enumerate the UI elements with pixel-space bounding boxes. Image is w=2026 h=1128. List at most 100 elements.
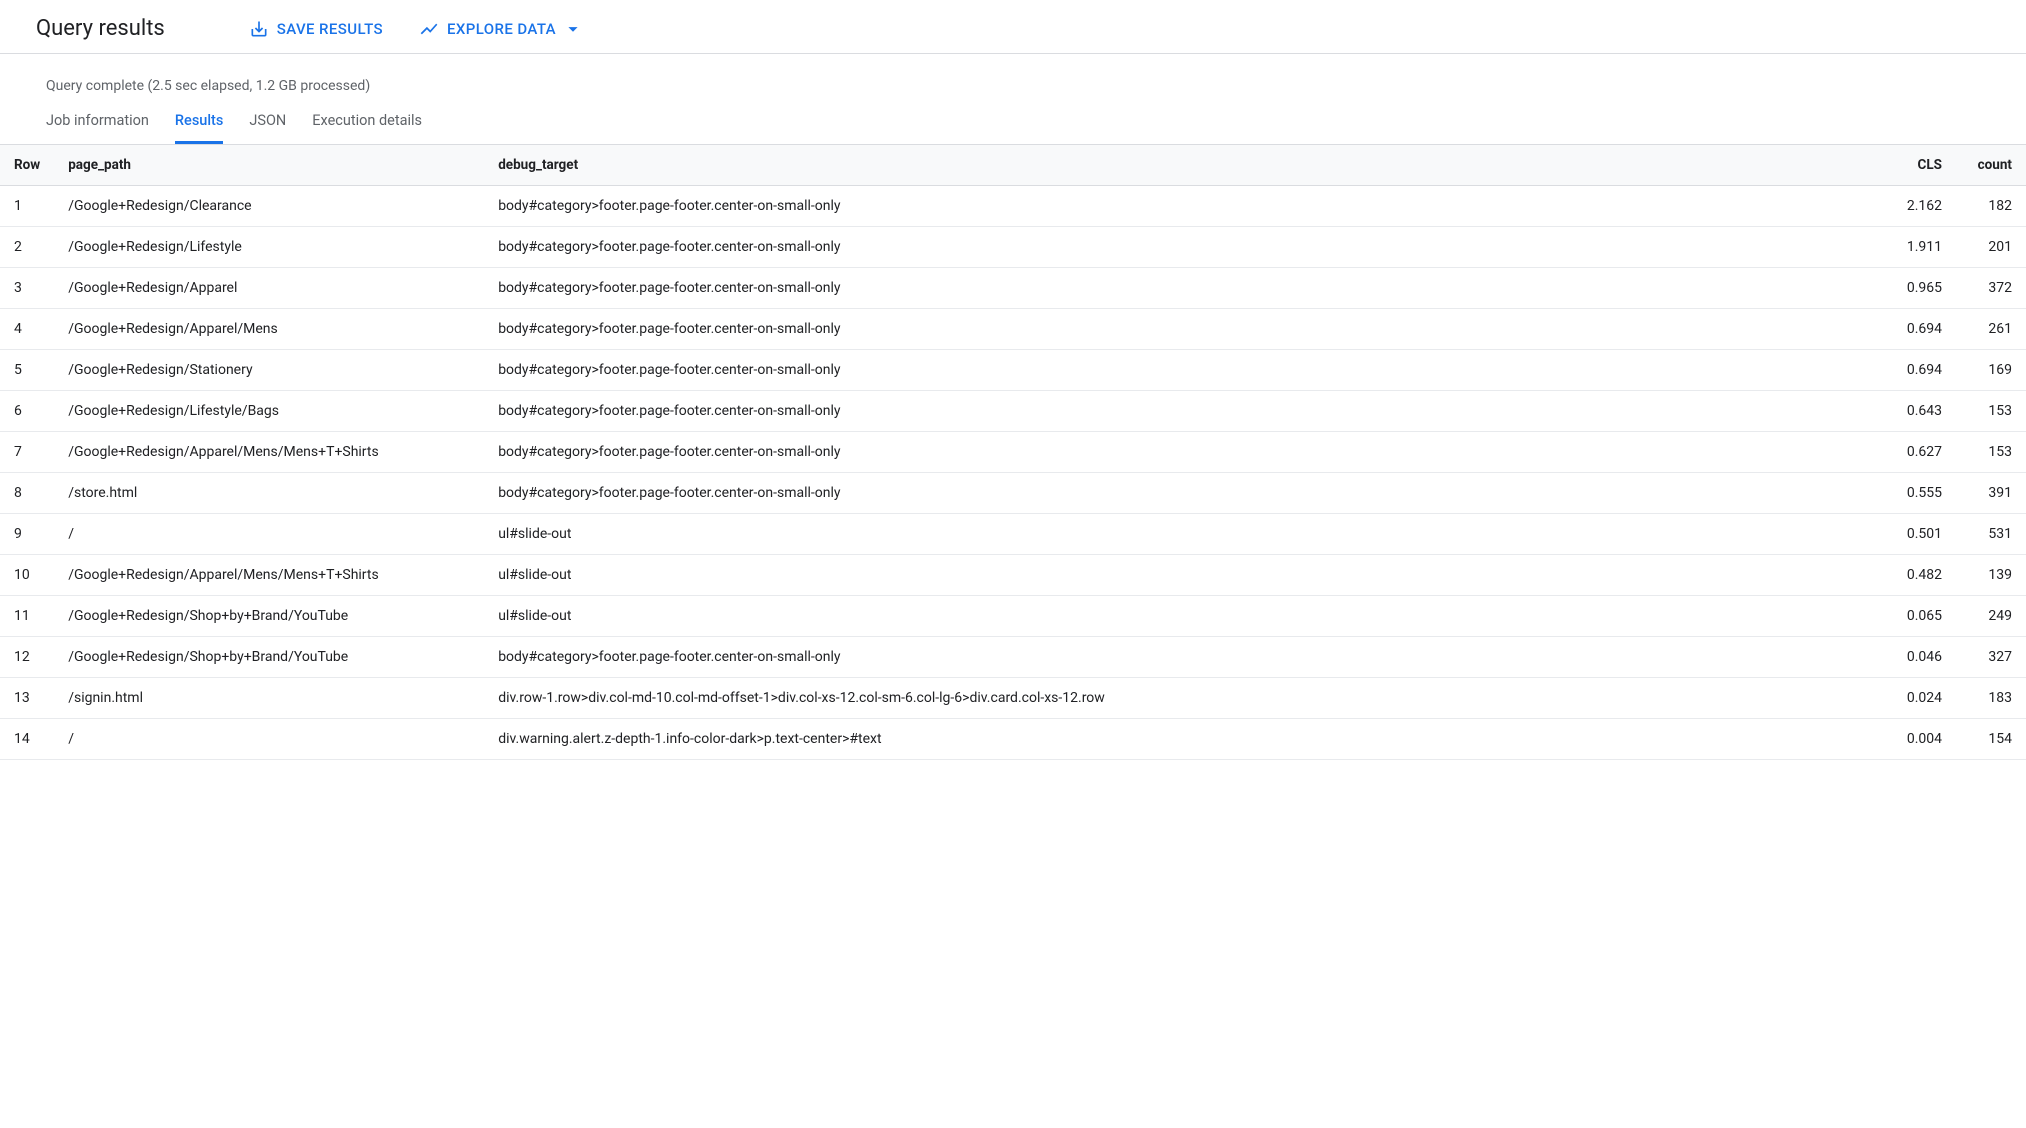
table-row[interactable]: 8 /store.html body#category>footer.page-…: [0, 473, 2026, 514]
cell-cls: 2.162: [1886, 186, 1956, 227]
col-header-debug-target[interactable]: debug_target: [484, 145, 1886, 186]
tab-job-information[interactable]: Job information: [46, 112, 149, 144]
cell-cls: 0.004: [1886, 719, 1956, 760]
cell-cls: 0.694: [1886, 309, 1956, 350]
cell-cls: 1.911: [1886, 227, 1956, 268]
cell-count: 183: [1956, 678, 2026, 719]
cell-count: 391: [1956, 473, 2026, 514]
cell-cls: 0.627: [1886, 432, 1956, 473]
query-status-text: Query complete (2.5 sec elapsed, 1.2 GB …: [46, 78, 1980, 94]
cell-debug-target: body#category>footer.page-footer.center-…: [484, 432, 1886, 473]
tab-execution-details[interactable]: Execution details: [312, 112, 422, 144]
cell-debug-target: ul#slide-out: [484, 596, 1886, 637]
cell-debug-target: ul#slide-out: [484, 514, 1886, 555]
cell-cls: 0.555: [1886, 473, 1956, 514]
cell-row: 11: [0, 596, 54, 637]
cell-cls: 0.482: [1886, 555, 1956, 596]
col-header-row[interactable]: Row: [0, 145, 54, 186]
tab-json[interactable]: JSON: [249, 112, 286, 144]
table-row[interactable]: 6 /Google+Redesign/Lifestyle/Bags body#c…: [0, 391, 2026, 432]
download-icon: [249, 19, 269, 39]
table-row[interactable]: 9 / ul#slide-out 0.501 531: [0, 514, 2026, 555]
cell-count: 139: [1956, 555, 2026, 596]
cell-page-path: /Google+Redesign/Apparel/Mens/Mens+T+Shi…: [54, 555, 484, 596]
cell-page-path: /store.html: [54, 473, 484, 514]
col-header-count[interactable]: count: [1956, 145, 2026, 186]
table-row[interactable]: 3 /Google+Redesign/Apparel body#category…: [0, 268, 2026, 309]
cell-debug-target: body#category>footer.page-footer.center-…: [484, 637, 1886, 678]
cell-page-path: /: [54, 514, 484, 555]
table-row[interactable]: 5 /Google+Redesign/Stationery body#categ…: [0, 350, 2026, 391]
table-row[interactable]: 11 /Google+Redesign/Shop+by+Brand/YouTub…: [0, 596, 2026, 637]
cell-count: 261: [1956, 309, 2026, 350]
table-row[interactable]: 2 /Google+Redesign/Lifestyle body#catego…: [0, 227, 2026, 268]
cell-debug-target: body#category>footer.page-footer.center-…: [484, 227, 1886, 268]
cell-row: 2: [0, 227, 54, 268]
cell-cls: 0.694: [1886, 350, 1956, 391]
cell-debug-target: body#category>footer.page-footer.center-…: [484, 309, 1886, 350]
cell-debug-target: body#category>footer.page-footer.center-…: [484, 473, 1886, 514]
cell-count: 182: [1956, 186, 2026, 227]
cell-cls: 0.965: [1886, 268, 1956, 309]
cell-page-path: /: [54, 719, 484, 760]
cell-cls: 0.643: [1886, 391, 1956, 432]
cell-row: 3: [0, 268, 54, 309]
table-header-row: Row page_path debug_target CLS count: [0, 145, 2026, 186]
results-table-container: Row page_path debug_target CLS count 1 /…: [0, 144, 2026, 760]
cell-count: 153: [1956, 391, 2026, 432]
cell-debug-target: div.warning.alert.z-depth-1.info-color-d…: [484, 719, 1886, 760]
cell-debug-target: body#category>footer.page-footer.center-…: [484, 350, 1886, 391]
results-table: Row page_path debug_target CLS count 1 /…: [0, 145, 2026, 760]
explore-data-button[interactable]: EXPLORE DATA: [419, 18, 584, 40]
cell-cls: 0.024: [1886, 678, 1956, 719]
table-row[interactable]: 4 /Google+Redesign/Apparel/Mens body#cat…: [0, 309, 2026, 350]
cell-page-path: /Google+Redesign/Apparel/Mens/Mens+T+Shi…: [54, 432, 484, 473]
table-row[interactable]: 12 /Google+Redesign/Shop+by+Brand/YouTub…: [0, 637, 2026, 678]
save-results-label: SAVE RESULTS: [277, 20, 383, 38]
cell-row: 1: [0, 186, 54, 227]
cell-row: 10: [0, 555, 54, 596]
table-row[interactable]: 7 /Google+Redesign/Apparel/Mens/Mens+T+S…: [0, 432, 2026, 473]
chevron-down-icon: [562, 18, 584, 40]
explore-data-label: EXPLORE DATA: [447, 20, 556, 38]
col-header-cls[interactable]: CLS: [1886, 145, 1956, 186]
cell-debug-target: body#category>footer.page-footer.center-…: [484, 391, 1886, 432]
cell-count: 201: [1956, 227, 2026, 268]
cell-cls: 0.065: [1886, 596, 1956, 637]
cell-page-path: /Google+Redesign/Apparel/Mens: [54, 309, 484, 350]
cell-row: 6: [0, 391, 54, 432]
save-results-button[interactable]: SAVE RESULTS: [249, 19, 383, 39]
cell-page-path: /Google+Redesign/Shop+by+Brand/YouTube: [54, 596, 484, 637]
cell-debug-target: div.row-1.row>div.col-md-10.col-md-offse…: [484, 678, 1886, 719]
cell-row: 7: [0, 432, 54, 473]
table-row[interactable]: 1 /Google+Redesign/Clearance body#catego…: [0, 186, 2026, 227]
tab-results[interactable]: Results: [175, 112, 223, 144]
cell-row: 8: [0, 473, 54, 514]
cell-cls: 0.501: [1886, 514, 1956, 555]
status-area: Query complete (2.5 sec elapsed, 1.2 GB …: [0, 54, 2026, 94]
cell-row: 14: [0, 719, 54, 760]
cell-page-path: /Google+Redesign/Lifestyle/Bags: [54, 391, 484, 432]
cell-page-path: /Google+Redesign/Stationery: [54, 350, 484, 391]
cell-row: 13: [0, 678, 54, 719]
cell-debug-target: body#category>footer.page-footer.center-…: [484, 186, 1886, 227]
page-title: Query results: [36, 16, 165, 41]
cell-row: 5: [0, 350, 54, 391]
cell-page-path: /Google+Redesign/Clearance: [54, 186, 484, 227]
cell-count: 249: [1956, 596, 2026, 637]
table-row[interactable]: 14 / div.warning.alert.z-depth-1.info-co…: [0, 719, 2026, 760]
table-row[interactable]: 10 /Google+Redesign/Apparel/Mens/Mens+T+…: [0, 555, 2026, 596]
col-header-page-path[interactable]: page_path: [54, 145, 484, 186]
cell-count: 153: [1956, 432, 2026, 473]
chart-icon: [419, 19, 439, 39]
cell-debug-target: body#category>footer.page-footer.center-…: [484, 268, 1886, 309]
cell-debug-target: ul#slide-out: [484, 555, 1886, 596]
cell-count: 169: [1956, 350, 2026, 391]
cell-count: 372: [1956, 268, 2026, 309]
cell-count: 327: [1956, 637, 2026, 678]
cell-page-path: /Google+Redesign/Lifestyle: [54, 227, 484, 268]
cell-cls: 0.046: [1886, 637, 1956, 678]
cell-page-path: /Google+Redesign/Shop+by+Brand/YouTube: [54, 637, 484, 678]
cell-row: 12: [0, 637, 54, 678]
table-row[interactable]: 13 /signin.html div.row-1.row>div.col-md…: [0, 678, 2026, 719]
